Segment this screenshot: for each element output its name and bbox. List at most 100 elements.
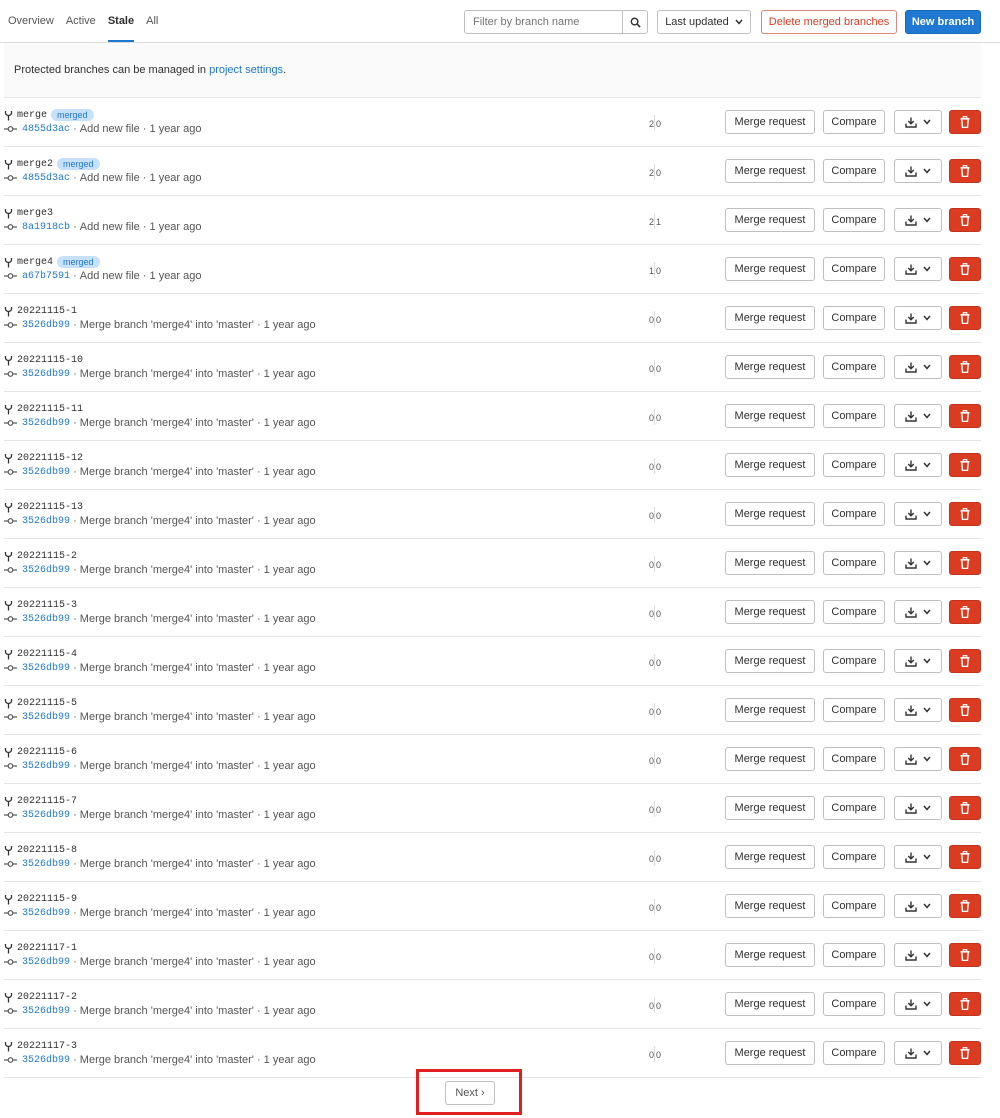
branch-name[interactable]: 20221115-6 [17,747,77,758]
download-dropdown[interactable] [894,943,942,967]
download-dropdown[interactable] [894,404,942,428]
delete-branch-button[interactable] [949,894,981,918]
delete-branch-button[interactable] [949,845,981,869]
branch-name[interactable]: merge2 [17,159,53,170]
commit-sha-link[interactable]: 3526db99 [22,761,70,772]
branch-name[interactable]: 20221115-3 [17,600,77,611]
compare-button[interactable]: Compare [823,649,885,673]
compare-button[interactable]: Compare [823,796,885,820]
delete-branch-button[interactable] [949,992,981,1016]
tab-active[interactable]: Active [66,0,96,42]
branch-name[interactable]: 20221115-11 [17,404,83,415]
compare-button[interactable]: Compare [823,845,885,869]
branch-name[interactable]: 20221115-10 [17,355,83,366]
next-page-button[interactable]: Next › [445,1081,495,1105]
delete-branch-button[interactable] [949,502,981,526]
commit-sha-link[interactable]: 3526db99 [22,320,70,331]
commit-sha-link[interactable]: 3526db99 [22,663,70,674]
download-dropdown[interactable] [894,110,942,134]
delete-branch-button[interactable] [949,600,981,624]
merge-request-button[interactable]: Merge request [725,894,815,918]
compare-button[interactable]: Compare [823,110,885,134]
merge-request-button[interactable]: Merge request [725,355,815,379]
merge-request-button[interactable]: Merge request [725,698,815,722]
compare-button[interactable]: Compare [823,698,885,722]
download-dropdown[interactable] [894,698,942,722]
commit-sha-link[interactable]: 3526db99 [22,418,70,429]
merge-request-button[interactable]: Merge request [725,992,815,1016]
merge-request-button[interactable]: Merge request [725,600,815,624]
merge-request-button[interactable]: Merge request [725,159,815,183]
compare-button[interactable]: Compare [823,943,885,967]
merge-request-button[interactable]: Merge request [725,1041,815,1065]
commit-sha-link[interactable]: 3526db99 [22,957,70,968]
download-dropdown[interactable] [894,894,942,918]
branch-name[interactable]: 20221117-2 [17,992,77,1003]
merge-request-button[interactable]: Merge request [725,502,815,526]
merge-request-button[interactable]: Merge request [725,306,815,330]
download-dropdown[interactable] [894,747,942,771]
branch-name[interactable]: 20221115-7 [17,796,77,807]
compare-button[interactable]: Compare [823,306,885,330]
branch-name[interactable]: merge4 [17,257,53,268]
compare-button[interactable]: Compare [823,894,885,918]
download-dropdown[interactable] [894,355,942,379]
branch-name[interactable]: 20221117-1 [17,943,77,954]
commit-sha-link[interactable]: 3526db99 [22,516,70,527]
branch-name[interactable]: 20221115-13 [17,502,83,513]
merge-request-button[interactable]: Merge request [725,257,815,281]
commit-sha-link[interactable]: 3526db99 [22,614,70,625]
download-dropdown[interactable] [894,845,942,869]
commit-sha-link[interactable]: 3526db99 [22,908,70,919]
compare-button[interactable]: Compare [823,404,885,428]
branch-name[interactable]: 20221115-5 [17,698,77,709]
delete-branch-button[interactable] [949,943,981,967]
delete-branch-button[interactable] [949,355,981,379]
merge-request-button[interactable]: Merge request [725,943,815,967]
download-dropdown[interactable] [894,551,942,575]
download-dropdown[interactable] [894,992,942,1016]
branch-name[interactable]: merge [17,110,47,121]
delete-branch-button[interactable] [949,747,981,771]
delete-branch-button[interactable] [949,306,981,330]
compare-button[interactable]: Compare [823,355,885,379]
branch-name[interactable]: merge3 [17,208,53,219]
delete-merged-branches-button[interactable]: Delete merged branches [761,10,897,34]
commit-sha-link[interactable]: 8a1918cb [22,222,70,233]
branch-name[interactable]: 20221115-4 [17,649,77,660]
commit-sha-link[interactable]: 3526db99 [22,369,70,380]
merge-request-button[interactable]: Merge request [725,551,815,575]
download-dropdown[interactable] [894,796,942,820]
delete-branch-button[interactable] [949,159,981,183]
download-dropdown[interactable] [894,306,942,330]
delete-branch-button[interactable] [949,453,981,477]
compare-button[interactable]: Compare [823,257,885,281]
compare-button[interactable]: Compare [823,159,885,183]
branch-name[interactable]: 20221115-9 [17,894,77,905]
compare-button[interactable]: Compare [823,747,885,771]
merge-request-button[interactable]: Merge request [725,453,815,477]
branch-name[interactable]: 20221115-8 [17,845,77,856]
delete-branch-button[interactable] [949,1041,981,1065]
search-button[interactable] [622,11,647,33]
compare-button[interactable]: Compare [823,208,885,232]
compare-button[interactable]: Compare [823,600,885,624]
download-dropdown[interactable] [894,159,942,183]
compare-button[interactable]: Compare [823,1041,885,1065]
merge-request-button[interactable]: Merge request [725,649,815,673]
commit-sha-link[interactable]: 3526db99 [22,712,70,723]
filter-branch-input[interactable] [465,11,622,33]
download-dropdown[interactable] [894,208,942,232]
branch-name[interactable]: 20221117-3 [17,1041,77,1052]
commit-sha-link[interactable]: 3526db99 [22,565,70,576]
delete-branch-button[interactable] [949,698,981,722]
download-dropdown[interactable] [894,600,942,624]
commit-sha-link[interactable]: a67b7591 [22,271,70,282]
tab-stale[interactable]: Stale [107,0,135,42]
sort-dropdown[interactable]: Last updated [657,10,751,34]
commit-sha-link[interactable]: 3526db99 [22,1006,70,1017]
commit-sha-link[interactable]: 4855d3ac [22,173,70,184]
branch-name[interactable]: 20221115-1 [17,306,77,317]
commit-sha-link[interactable]: 3526db99 [22,467,70,478]
download-dropdown[interactable] [894,502,942,526]
